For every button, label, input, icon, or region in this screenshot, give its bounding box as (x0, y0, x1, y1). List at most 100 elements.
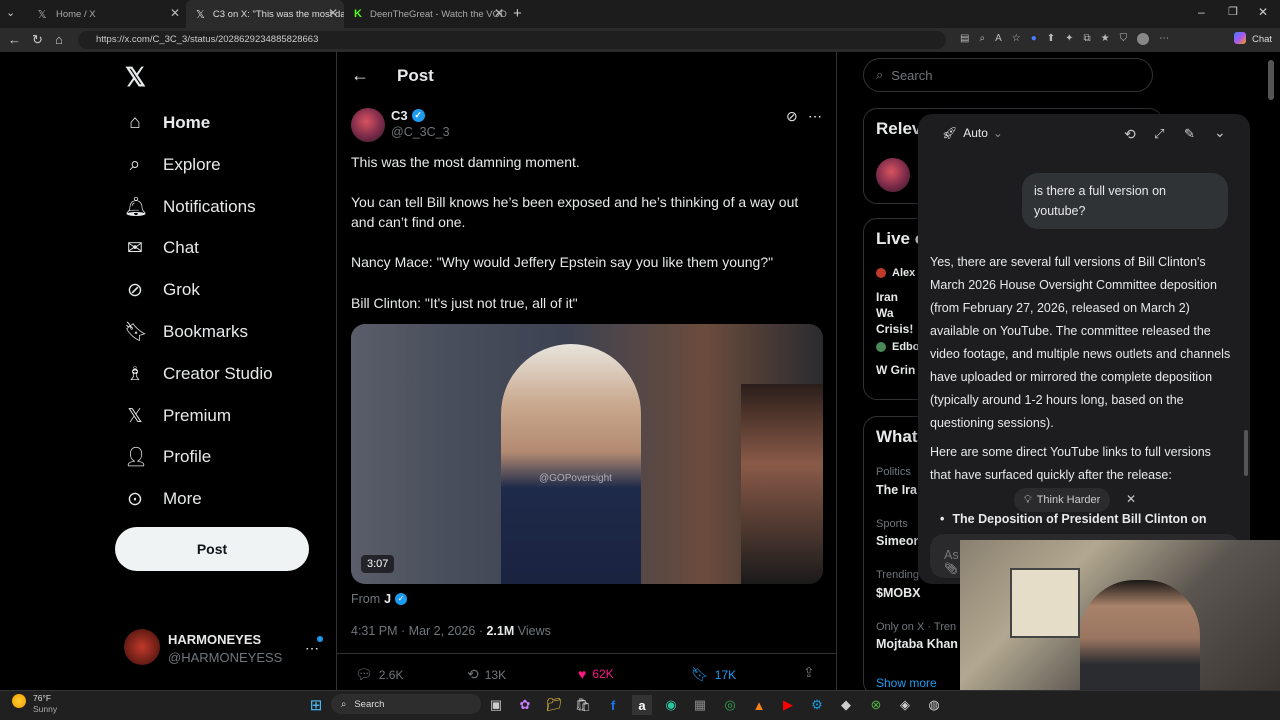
copilot-icon[interactable] (1234, 32, 1246, 44)
grok-mode-selector[interactable]: 🚀︎ Auto ⌄ (942, 126, 1003, 140)
puzzle-icon[interactable]: ✦ (1065, 33, 1073, 47)
trend-title[interactable]: Simeon (876, 534, 921, 548)
url-field[interactable]: https://x.com/C_3C_3/status/202862923488… (78, 31, 946, 49)
expand-icon[interactable]: ⤢ (1154, 126, 1164, 142)
close-tab-icon[interactable]: ✕ (170, 6, 180, 20)
bookmark-button[interactable]: 🔖︎ 17K (691, 666, 736, 683)
zoom-icon[interactable]: ⌕ (979, 33, 985, 47)
sidebar-item-profile[interactable]: 👤︎ Profile (124, 439, 211, 475)
new-chat-icon[interactable]: ✎ (1184, 126, 1195, 142)
author-handle[interactable]: @C_3C_3 (391, 125, 450, 139)
app-icon[interactable]: ◆ (836, 695, 856, 715)
attach-icon[interactable]: 📎︎ (944, 562, 958, 575)
sidebar-item-bookmarks[interactable]: 🔖︎ Bookmarks (124, 314, 248, 350)
task-view-icon[interactable]: ▣ (486, 695, 506, 715)
new-tab-button[interactable]: + (513, 5, 522, 22)
calculator-icon[interactable]: ▦ (690, 695, 710, 715)
account-avatar[interactable] (124, 629, 160, 665)
history-icon[interactable]: ⟲ (1124, 126, 1136, 143)
sidebar-item-premium[interactable]: 𝕏 Premium (124, 398, 231, 434)
grok-reply-bullet: • The Deposition of President Bill Clinto… (940, 512, 1207, 526)
back-icon[interactable]: ← (8, 32, 21, 47)
repost-button[interactable]: ⟲ 13K (467, 666, 506, 683)
grok-icon: ⊘ (127, 279, 143, 301)
chrome-icon[interactable]: ◎ (720, 695, 740, 715)
account-menu-icon[interactable]: ⋯ (305, 640, 319, 657)
sidebar-item-home[interactable]: ⌂ Home (124, 105, 210, 141)
copilot-taskbar-icon[interactable]: ✿ (515, 695, 535, 715)
home-icon[interactable]: ⌂ (55, 32, 63, 47)
tab-kick-vod[interactable]: K DeenTheGreat - Watch the VOD o ✕ (344, 0, 510, 28)
vlc-icon[interactable]: ▲ (749, 695, 769, 715)
grok-scrollbar[interactable] (1244, 430, 1248, 476)
more-icon[interactable]: ⋯ (1159, 33, 1169, 47)
grok-reply-paragraph2: Here are some direct YouTube links to fu… (930, 445, 1211, 482)
search-box[interactable]: ⌕ Search (863, 58, 1153, 92)
profile-avatar[interactable] (1137, 33, 1150, 45)
amazon-icon[interactable]: a (632, 695, 652, 715)
sidebar-item-creator-studio[interactable]: ♗ Creator Studio (124, 356, 272, 392)
reader-icon[interactable]: ▤ (960, 33, 969, 47)
trend-title[interactable]: The Ira (876, 483, 917, 497)
extension-icon[interactable]: ● (1031, 33, 1037, 47)
favorites-icon[interactable]: ★ (1101, 33, 1110, 47)
show-more-link[interactable]: Show more (876, 676, 937, 690)
windows-start-icon[interactable]: ⊞ (306, 695, 326, 715)
close-window-button[interactable]: ✕ (1258, 5, 1268, 19)
file-explorer-icon[interactable]: 📁︎ (544, 695, 564, 715)
copilot-chat-label[interactable]: Chat (1252, 34, 1272, 45)
obs-icon[interactable]: ◍ (924, 695, 944, 715)
notification-dot (317, 636, 323, 642)
sidebar-item-explore[interactable]: ⌕ Explore (124, 147, 221, 183)
collapse-chevron-icon[interactable]: ⌄ (1214, 124, 1226, 141)
shield-icon[interactable]: ⛉ (1120, 33, 1128, 47)
x-logo-icon[interactable]: 𝕏 (125, 62, 146, 93)
live-item2-title[interactable]: W Grin (876, 363, 915, 377)
author-name[interactable]: C3 ✓ (391, 108, 425, 123)
youtube-icon[interactable]: ▶ (778, 695, 798, 715)
close-tab-icon[interactable]: ✕ (328, 6, 338, 20)
minimize-button[interactable]: – (1198, 5, 1205, 19)
edge-icon[interactable]: ◉ (661, 695, 681, 715)
author-avatar[interactable] (351, 108, 385, 142)
grok-explain-icon[interactable]: ⊘ (786, 108, 798, 125)
extension-icon[interactable]: ⬆ (1047, 33, 1055, 47)
read-aloud-icon[interactable]: A (995, 33, 1002, 47)
sidebar-item-more[interactable]: ⊙ More (124, 481, 202, 517)
weather-sun-icon[interactable] (12, 694, 26, 708)
heart-icon: ♥ (578, 666, 587, 682)
trend-title[interactable]: Mojtaba Khan (876, 637, 960, 651)
close-tab-icon[interactable]: ✕ (494, 6, 504, 20)
facebook-icon[interactable]: f (603, 695, 623, 715)
sidebar-item-notifications[interactable]: 🔔︎ Notifications (124, 189, 256, 225)
back-arrow-icon[interactable]: ← (351, 65, 369, 86)
sidebar-item-grok[interactable]: ⊘ Grok (124, 272, 200, 308)
favorite-icon[interactable]: ☆ (1012, 33, 1021, 47)
post-more-icon[interactable]: ⋯ (808, 108, 822, 125)
page-scrollbar[interactable] (1268, 60, 1274, 100)
taskbar-search[interactable]: ⌕ Search (331, 694, 481, 714)
live-item1-title[interactable]: Iran Wa Crisis! (876, 289, 918, 337)
store-icon[interactable]: 🛍︎ (573, 695, 593, 715)
xbox-icon[interactable]: ⊗ (866, 695, 886, 715)
reply-button[interactable]: 💬︎ 2.6K (355, 666, 403, 683)
trend-title[interactable]: $MOBX (876, 586, 920, 600)
app-icon[interactable]: ◈ (895, 695, 915, 715)
from-attribution[interactable]: From J ✓ (351, 592, 408, 606)
steam-icon[interactable]: ⚙ (807, 695, 827, 715)
post-video[interactable]: @GOPoversight 3:07 (351, 324, 823, 584)
think-harder-button[interactable]: 💡︎ Think Harder (1014, 488, 1111, 512)
split-screen-icon[interactable]: ⧉ (1084, 33, 1091, 47)
maximize-button[interactable]: ❐ (1228, 5, 1238, 18)
sidebar-item-chat[interactable]: ✉ Chat (124, 230, 199, 266)
post-button[interactable]: Post (115, 527, 309, 571)
tab-current-post[interactable]: 𝕏 C3 on X: "This was the most damni ✕ (186, 0, 344, 28)
bookmark-icon: 🔖︎ (124, 322, 149, 343)
like-button[interactable]: ♥ 62K (578, 666, 614, 682)
share-icon[interactable]: ⇪ (803, 664, 815, 681)
relevant-avatar[interactable] (876, 158, 910, 192)
tab-home[interactable]: 𝕏 Home / X ✕ (26, 0, 186, 28)
close-icon[interactable]: ✕ (1126, 492, 1136, 506)
tab-list-chevron-icon[interactable]: ⌄ (6, 6, 15, 19)
refresh-icon[interactable]: ↻ (32, 32, 43, 48)
